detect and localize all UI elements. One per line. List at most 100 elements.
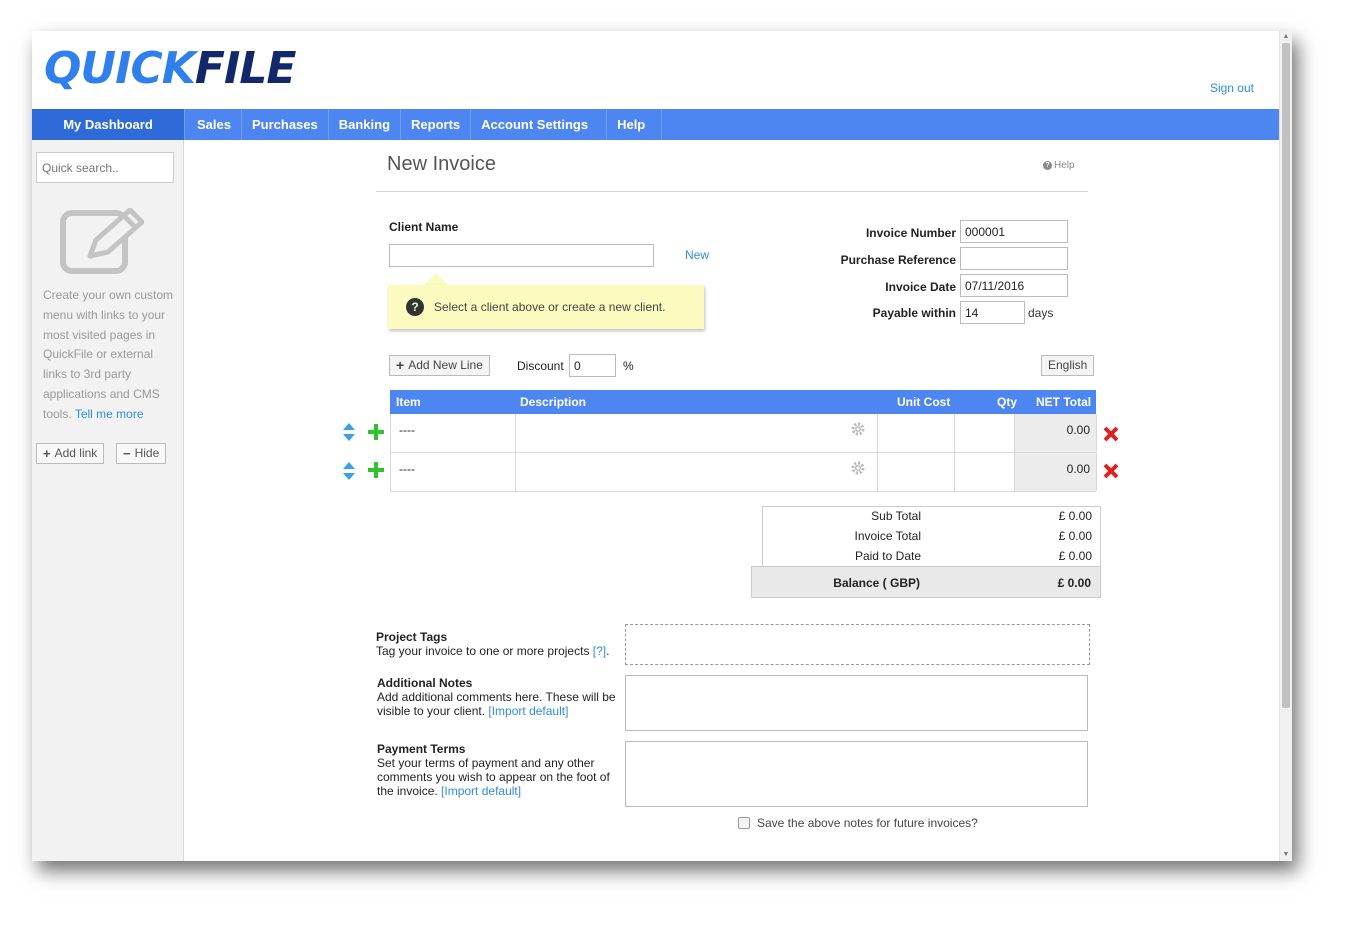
additional-notes-import-link[interactable]: [Import default] <box>488 704 568 718</box>
invoice-number-label: Invoice Number <box>865 226 956 240</box>
plus-icon: + <box>396 357 405 373</box>
client-name-input[interactable] <box>389 244 654 267</box>
sidebar-description: Create your own custom menu with links t… <box>43 286 177 425</box>
minus-icon: − <box>123 446 131 461</box>
discount-input[interactable] <box>569 354 616 377</box>
nav-account-settings[interactable]: Account Settings <box>471 109 608 140</box>
purchase-reference-input[interactable] <box>960 247 1068 270</box>
invoice-total-value: £ 0.00 <box>1058 529 1092 543</box>
language-label: English <box>1048 358 1088 372</box>
scrollbar-thumb[interactable] <box>1282 43 1290 708</box>
payment-terms-import-link[interactable]: [Import default] <box>441 784 521 798</box>
net-total-cell: 0.00 <box>1015 453 1097 491</box>
project-tags-title: Project Tags <box>376 630 448 644</box>
delete-row-icon[interactable] <box>1103 426 1119 442</box>
new-client-link[interactable]: New <box>685 248 709 262</box>
plus-icon: + <box>43 446 51 461</box>
description-cell[interactable] <box>516 414 878 452</box>
unit-cost-cell[interactable] <box>878 453 955 491</box>
payable-within-input[interactable] <box>960 301 1025 324</box>
description-cell[interactable] <box>516 453 878 491</box>
sidebar: Create your own custom menu with links t… <box>32 140 184 861</box>
sub-total-label: Sub Total <box>871 509 921 523</box>
scroll-up-icon[interactable]: ▲ <box>1280 31 1292 43</box>
sign-out-link[interactable]: Sign out <box>1210 81 1254 95</box>
edit-note-icon <box>60 208 144 274</box>
invoice-total-label: Invoice Total <box>854 529 922 543</box>
question-circle-icon: ? <box>406 298 424 316</box>
save-notes-checkbox[interactable] <box>738 817 750 829</box>
add-new-line-label: Add New Line <box>408 358 483 372</box>
additional-notes-text: Add additional comments here. These will… <box>377 690 622 718</box>
tell-me-more-link[interactable]: Tell me more <box>75 407 144 421</box>
paid-to-date-value: £ 0.00 <box>1058 549 1092 563</box>
item-select[interactable]: ---- <box>399 462 415 476</box>
nav-purchases[interactable]: Purchases <box>242 109 329 140</box>
net-total-value: 0.00 <box>1066 423 1090 437</box>
scroll-down-icon[interactable]: ▼ <box>1280 849 1292 861</box>
add-link-label: Add link <box>54 446 98 460</box>
language-button[interactable]: English <box>1041 355 1095 376</box>
additional-notes-title: Additional Notes <box>377 676 473 690</box>
item-cell[interactable]: ---- <box>391 453 516 491</box>
table-row: ---- 0.00 <box>390 453 1097 492</box>
nav-banking[interactable]: Banking <box>329 109 402 140</box>
save-notes-option[interactable]: Save the above notes for future invoices… <box>738 816 978 830</box>
nav-my-dashboard[interactable]: My Dashboard <box>32 109 184 140</box>
client-name-label: Client Name <box>389 220 459 234</box>
reorder-arrows-icon[interactable] <box>342 461 356 481</box>
invoice-total-row: Invoice Total £ 0.00 <box>751 526 1101 546</box>
nav-reports[interactable]: Reports <box>401 109 472 140</box>
paid-to-date-label: Paid to Date <box>854 549 921 563</box>
qty-cell[interactable] <box>955 414 1015 452</box>
browser-window: QUICKFILE Sign out My Dashboard Sales Pu… <box>32 31 1292 861</box>
payment-terms-text: Set your terms of payment and any other … <box>377 756 622 798</box>
add-row-icon[interactable] <box>367 423 385 441</box>
invoice-date-label: Invoice Date <box>885 280 956 294</box>
payable-days-unit: days <box>1028 306 1054 320</box>
gear-icon[interactable] <box>850 421 866 437</box>
client-tooltip: ? Select a client above or create a new … <box>388 285 704 329</box>
project-tags-help-link[interactable]: [?] <box>593 644 606 658</box>
item-select[interactable]: ---- <box>399 423 415 437</box>
nav-help[interactable]: Help <box>607 109 663 140</box>
gear-icon[interactable] <box>850 460 866 476</box>
discount-label: Discount <box>517 359 564 373</box>
sub-total-row: Sub Total £ 0.00 <box>751 506 1101 526</box>
project-tags-text: Tag your invoice to one or more projects… <box>376 644 610 658</box>
invoice-number-input[interactable] <box>960 220 1068 243</box>
col-net-total: NET Total <box>1036 395 1092 409</box>
nav-sales[interactable]: Sales <box>184 109 242 140</box>
invoice-date-input[interactable] <box>960 274 1068 297</box>
col-description: Description <box>520 395 587 409</box>
title-divider <box>376 191 1088 192</box>
payment-terms-textarea[interactable] <box>625 741 1088 807</box>
tooltip-text: Select a client above or create a new cl… <box>434 300 666 314</box>
unit-cost-cell[interactable] <box>878 414 955 452</box>
add-link-button[interactable]: + Add link <box>36 443 105 464</box>
tooltip-arrow <box>424 273 448 285</box>
add-new-line-button[interactable]: + Add New Line <box>389 355 490 376</box>
page-title: New Invoice <box>387 153 496 175</box>
logo-quick: QUICK <box>44 42 196 94</box>
add-row-icon[interactable] <box>367 461 385 479</box>
col-qty: Qty <box>997 395 1018 409</box>
project-tags-box[interactable] <box>625 624 1090 665</box>
sub-total-value: £ 0.00 <box>1058 509 1092 523</box>
purchase-reference-label: Purchase Reference <box>840 253 956 267</box>
items-table-header: Item Description Unit Cost Qty NET Total <box>390 390 1096 414</box>
discount-percent: % <box>623 359 634 373</box>
table-row: ---- 0.00 <box>390 414 1097 453</box>
additional-notes-textarea[interactable] <box>625 675 1088 731</box>
reorder-arrows-icon[interactable] <box>342 422 356 442</box>
qty-cell[interactable] <box>955 453 1015 491</box>
quickfile-logo[interactable]: QUICKFILE <box>44 42 296 94</box>
quick-search-input[interactable] <box>36 152 174 183</box>
item-cell[interactable]: ---- <box>391 414 516 452</box>
totals: Sub Total £ 0.00 Invoice Total £ 0.00 Pa… <box>751 506 1101 566</box>
hide-button[interactable]: − Hide <box>116 443 167 464</box>
help-label: Help <box>1054 160 1075 171</box>
delete-row-icon[interactable] <box>1103 463 1119 479</box>
help-link[interactable]: ? Help <box>1043 160 1075 171</box>
vertical-scrollbar[interactable]: ▲ ▼ <box>1279 31 1292 861</box>
